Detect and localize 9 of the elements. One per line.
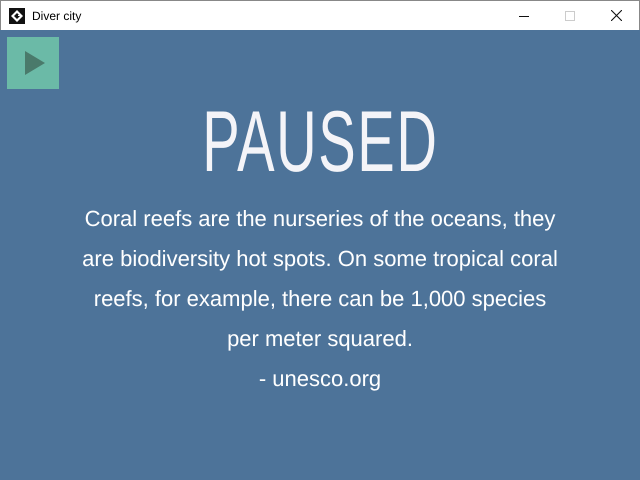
maximize-icon <box>565 10 575 20</box>
paused-heading: PAUSED <box>202 93 438 192</box>
quote-text: Coral reefs are the nurseries of the oceans, they are biodiversity hot spots. On some tropical coral reefs, for example, there can be 1,000 species per meter squared. <box>81 205 559 353</box>
play-button[interactable] <box>7 37 59 89</box>
source-text: - unesco.org <box>258 365 382 393</box>
app-icon <box>9 8 25 24</box>
play-icon <box>25 51 45 75</box>
window-title: Diver city <box>32 8 82 22</box>
close-icon <box>610 10 622 21</box>
